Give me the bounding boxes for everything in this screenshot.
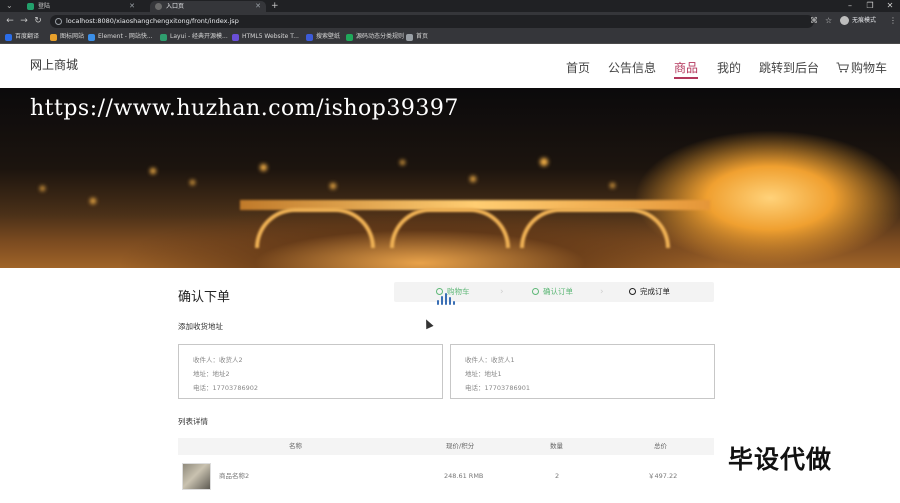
product-price: 248.61 RMB [444,472,484,480]
tab-label: 登陆 [38,3,51,10]
loading-icon [437,293,457,305]
new-tab-icon[interactable]: + [271,0,279,12]
check-circle-icon [532,287,539,295]
table-row: 商品名称2 248.61 RMB 2 ￥497.22 [178,460,714,493]
address-detail: 地址：地址1 [465,370,502,378]
nav-mine[interactable]: 我的 [717,59,741,76]
chevron-right-icon: › [500,287,504,297]
browser-tab-login[interactable]: 登陆 ✕ [22,1,140,12]
step-label: 完成订单 [640,287,670,296]
column-header-total: 总价 [654,442,667,450]
bookmark-item[interactable]: 搜索壁纸 [306,31,340,43]
bookmark-label: HTML5 Website T... [242,33,299,40]
bookmark-icon [306,34,313,41]
column-header-qty: 数量 [550,442,563,450]
url-text: localhost:8080/xiaoshangchengxitong/fron… [66,17,239,25]
step-confirm: 确认订单 [532,282,573,302]
tab-label: 入口页 [166,3,185,10]
bookmark-item[interactable]: 首页 [406,31,428,43]
browser-tab-bar: ⌄ 登陆 ✕ 入口页 ✕ + – ❐ ✕ [0,0,900,12]
address-phone: 电话：17703786902 [193,384,258,392]
bookmark-icon [5,34,12,41]
tab-favicon-icon [27,3,34,10]
bookmark-item[interactable]: 图标网站 [50,31,84,43]
product-total: ￥497.22 [648,472,678,480]
profile-button[interactable]: 无痕模式 [840,15,876,27]
site-header: 网上商城 首页 公告信息 商品 我的 跳转到后台 购物车 [0,45,900,88]
tab-search-icon[interactable]: ⌄ [6,1,13,10]
address-detail: 地址：地址2 [193,370,230,378]
nav-cart[interactable]: 购物车 [836,59,887,76]
circle-icon [629,287,636,295]
browser-tab-entry[interactable]: 入口页 ✕ [150,1,266,12]
bookmark-icon [346,34,353,41]
site-info-icon[interactable] [55,18,62,25]
chevron-right-icon: › [600,287,604,297]
list-section-label: 列表详情 [178,417,208,426]
bookmark-item[interactable]: Element - 网站快... [88,31,153,43]
bookmark-item[interactable]: 百度翻译 [5,31,39,43]
banner-watermark: https://www.huzhan.com/ishop39397 [30,96,459,121]
product-name[interactable]: 商品名称2 [219,460,249,493]
tab-close-icon[interactable]: ✕ [129,1,135,12]
bookmark-item[interactable]: HTML5 Website T... [232,31,299,43]
column-header-name: 名称 [289,442,302,450]
step-label: 确认订单 [543,287,573,296]
address-bar[interactable]: localhost:8080/xiaoshangchengxitong/fron… [50,15,814,28]
forward-icon[interactable]: → [18,15,30,27]
bookmark-item[interactable]: 源码动态分类规则 [346,31,404,43]
close-window-icon[interactable]: ✕ [880,0,900,12]
bookmark-label: 首页 [416,33,429,40]
page-title: 确认下单 [178,290,231,305]
nav-announcements[interactable]: 公告信息 [608,59,656,76]
bookmark-icon [406,34,413,41]
bookmark-label: Layui - 经典开源模... [170,33,228,40]
product-qty: 2 [555,472,560,480]
mouse-cursor-icon [422,317,434,330]
incognito-icon [840,16,849,25]
back-icon[interactable]: ← [4,15,16,27]
address-phone: 电话：17703786901 [465,384,530,392]
bookmark-icon [88,34,95,41]
bookmark-label: 百度翻译 [15,33,40,40]
bookmark-icon [160,34,167,41]
address-receiver: 收件人：收货人1 [465,356,515,364]
reload-icon[interactable]: ↻ [32,15,44,27]
menu-icon[interactable]: ⋮ [889,15,897,27]
bookmark-item[interactable]: Layui - 经典开源模... [160,31,228,43]
site-logo[interactable]: 网上商城 [30,56,78,73]
nav-admin[interactable]: 跳转到后台 [759,59,819,76]
minimize-icon[interactable]: – [840,0,860,12]
translate-icon[interactable]: ⌘ [810,15,818,27]
bookmark-label: Element - 网站快... [98,33,153,40]
address-card[interactable]: 收件人：收货人2 地址：地址2 电话：17703786902 [178,344,443,399]
table-header: 名称 现价/积分 数量 总价 [178,438,714,455]
nav-cart-label: 购物车 [851,61,888,75]
nav-products[interactable]: 商品 [674,59,699,79]
cart-icon [836,62,849,73]
bookmark-icon [50,34,57,41]
address-receiver: 收件人：收货人2 [193,356,243,364]
profile-label: 无痕模式 [852,17,877,24]
column-header-price: 现价/积分 [446,442,475,450]
bookmark-star-icon[interactable]: ☆ [825,15,832,27]
bookmark-label: 源码动态分类规则 [356,33,405,40]
nav-home[interactable]: 首页 [566,59,590,76]
address-section-label: 添加收货地址 [178,322,223,331]
address-card[interactable]: 收件人：收货人1 地址：地址1 电话：17703786901 [450,344,715,399]
maximize-icon[interactable]: ❐ [860,0,880,12]
tab-close-icon[interactable]: ✕ [255,1,261,12]
hero-banner: https://www.huzhan.com/ishop39397 [0,88,900,268]
product-thumbnail[interactable] [182,463,211,490]
browser-toolbar: ← → ↻ localhost:8080/xiaoshangchengxiton… [0,12,900,30]
bookmark-label: 图标网站 [60,33,85,40]
step-complete: 完成订单 [629,282,670,302]
bookmarks-bar: 百度翻译 图标网站 Element - 网站快... Layui - 经典开源模… [0,30,900,44]
bookmark-icon [232,34,239,41]
overlay-caption: 毕设代做 [728,445,833,474]
bookmark-label: 搜索壁纸 [316,33,341,40]
tab-favicon-icon [155,3,162,10]
